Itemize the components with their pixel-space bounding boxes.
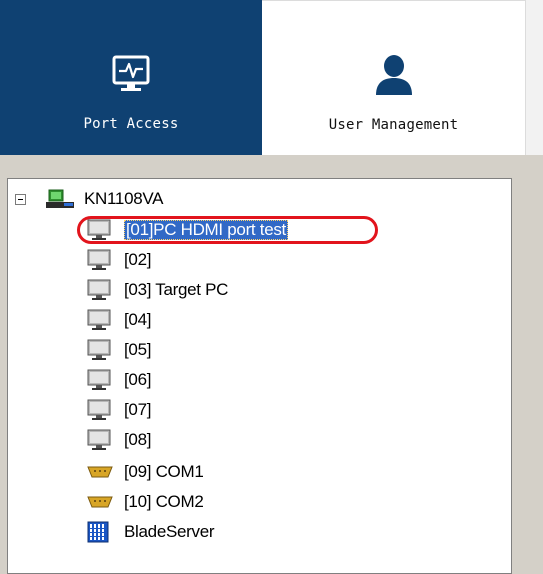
tree-item[interactable]: [04]: [86, 307, 151, 333]
tab-port-access[interactable]: Port Access: [0, 0, 262, 155]
serial-port-icon: [86, 491, 118, 513]
kvm-switch-icon: [46, 188, 78, 210]
tab-port-access-label: Port Access: [83, 116, 179, 132]
tree-item[interactable]: BladeServer: [86, 519, 215, 545]
top-tab-bar: Port Access User Management: [0, 0, 543, 155]
tree-root-label: KN1108VA: [84, 189, 164, 208]
tree-item[interactable]: [07]: [86, 397, 151, 423]
serial-port-icon: [86, 461, 118, 483]
monitor-icon: [86, 399, 118, 421]
tree-item-label: [07]: [124, 400, 152, 419]
tree-item-label: [10] COM2: [124, 492, 204, 511]
port-tree[interactable]: KN1108VA [01]PC HDMI port test [02] [03]…: [7, 178, 512, 574]
tab-bar-edge: [525, 0, 543, 155]
user-icon: [372, 53, 416, 97]
tree-item[interactable]: [01]PC HDMI port test: [86, 217, 288, 243]
tree-root[interactable]: KN1108VA: [46, 186, 164, 212]
monitor-pulse-icon: [109, 52, 153, 96]
collapse-toggle[interactable]: [15, 194, 26, 205]
tree-item[interactable]: [10] COM2: [86, 489, 204, 515]
monitor-icon: [86, 219, 118, 241]
blade-server-icon: [86, 521, 118, 543]
tree-item-label: [02]: [124, 250, 152, 269]
tree-item-label: [09] COM1: [124, 462, 204, 481]
monitor-icon: [86, 429, 118, 451]
tree-item[interactable]: [09] COM1: [86, 459, 204, 485]
tree-item-label: BladeServer: [124, 522, 215, 541]
tree-item[interactable]: [03] Target PC: [86, 277, 228, 303]
tab-user-management[interactable]: User Management: [262, 0, 525, 155]
tree-item-label: [06]: [124, 370, 152, 389]
monitor-icon: [86, 339, 118, 361]
tab-user-management-label: User Management: [328, 117, 459, 133]
tree-item[interactable]: [08]: [86, 427, 151, 453]
tree-item-label: [01]PC HDMI port test: [124, 220, 288, 240]
monitor-icon: [86, 309, 118, 331]
monitor-icon: [86, 369, 118, 391]
tree-item-label: [03] Target PC: [124, 280, 229, 299]
tree-item[interactable]: [05]: [86, 337, 151, 363]
monitor-icon: [86, 279, 118, 301]
tree-item-label: [04]: [124, 310, 152, 329]
tree-item[interactable]: [06]: [86, 367, 151, 393]
tree-item-label: [05]: [124, 340, 152, 359]
monitor-icon: [86, 249, 118, 271]
tree-item[interactable]: [02]: [86, 247, 151, 273]
tree-item-label: [08]: [124, 430, 152, 449]
